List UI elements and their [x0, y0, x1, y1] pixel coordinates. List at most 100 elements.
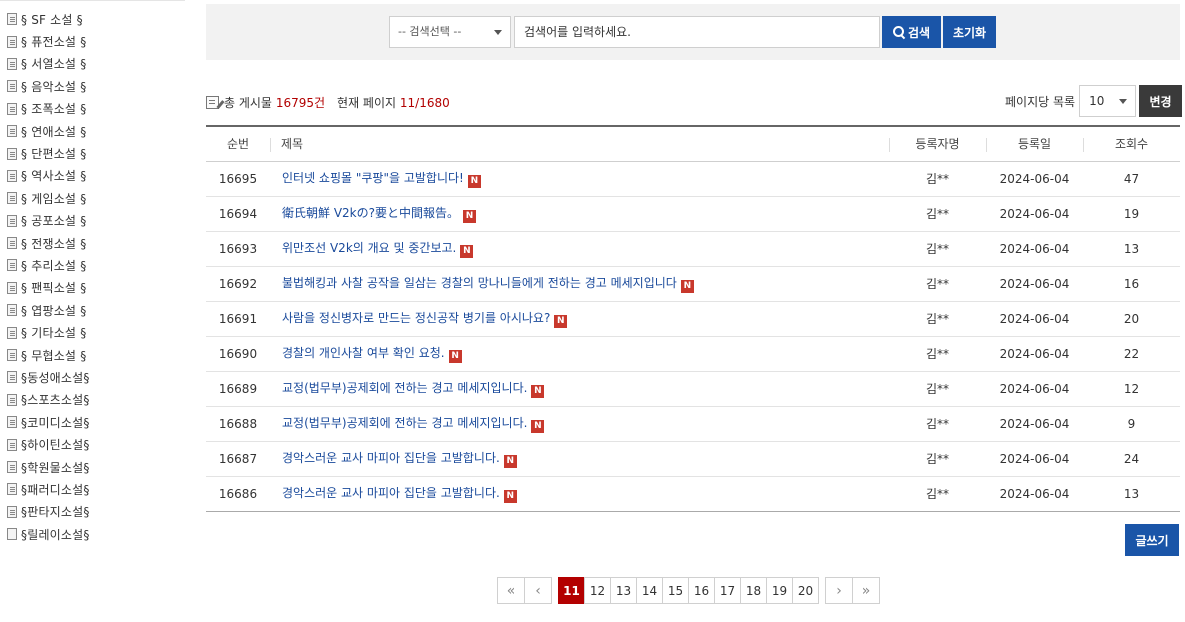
sidebar-item[interactable]: § SF 소설 § [0, 8, 185, 30]
sidebar-item[interactable]: §코미디소설§ [0, 411, 185, 433]
sidebar-item-label: §판타지소설§ [21, 505, 90, 520]
sidebar-item[interactable]: §패러디소설§ [0, 478, 185, 500]
sidebar-item[interactable]: § 전쟁소설 § [0, 232, 185, 254]
page-number[interactable]: 18 [740, 577, 767, 604]
sidebar-item[interactable]: §릴레이소설§ [0, 523, 185, 545]
last-page-icon[interactable]: » [852, 577, 880, 604]
search-bar: -- 검색선택 -- 검색 초기화 [206, 4, 1180, 60]
sidebar-item[interactable]: §판타지소설§ [0, 501, 185, 523]
post-title-link[interactable]: 경악스러운 교사 마피아 집단을 고발합니다. [282, 451, 500, 465]
per-page-select[interactable]: 10 [1079, 85, 1137, 117]
sidebar-item[interactable]: §스포츠소설§ [0, 389, 185, 411]
sidebar-item-label: § 조폭소설 § [21, 102, 87, 117]
page-number[interactable]: 19 [766, 577, 793, 604]
sidebar-item-label: §하이틴소설§ [21, 438, 90, 453]
doc-icon [7, 416, 17, 429]
page-number[interactable]: 13 [610, 577, 637, 604]
search-button[interactable]: 검색 [882, 16, 941, 48]
sidebar-item[interactable]: §동성애소설§ [0, 366, 185, 388]
row-writer: 김** [889, 231, 986, 267]
row-writer: 김** [889, 161, 986, 197]
search-type-select[interactable]: -- 검색선택 -- [389, 16, 511, 48]
sidebar-item-label: § 추리소설 § [21, 258, 87, 273]
post-title-link[interactable]: 위만조선 V2k의 개요 및 중간보고. [282, 241, 456, 255]
sidebar-item[interactable]: § 무협소설 § [0, 344, 185, 366]
sidebar-item-label: § 전쟁소설 § [21, 236, 87, 251]
row-writer: 김** [889, 266, 986, 302]
page-value: 11/1680 [399, 95, 450, 110]
page-number[interactable]: 15 [662, 577, 689, 604]
page-number[interactable]: 12 [584, 577, 611, 604]
page-number[interactable]: 11 [558, 577, 585, 604]
sidebar-item[interactable]: § 연애소설 § [0, 120, 185, 142]
prev-page-icon[interactable]: ‹ [524, 577, 552, 604]
sidebar-item[interactable]: § 역사소설 § [0, 165, 185, 187]
doc-icon [7, 461, 17, 473]
doc-icon [7, 371, 17, 384]
sidebar-item[interactable]: § 서열소설 § [0, 53, 185, 75]
next-page-icon[interactable]: › [825, 577, 853, 604]
doc-icon [7, 237, 17, 250]
doc-icon [7, 102, 17, 115]
write-button[interactable]: 글쓰기 [1125, 524, 1179, 556]
row-title-cell: 교정(법무부)공제회에 전하는 경고 메세지입니다. N [270, 371, 889, 407]
sidebar-item-label: § 단편소설 § [21, 147, 87, 162]
row-writer: 김** [889, 336, 986, 372]
row-views: 20 [1083, 301, 1180, 337]
sidebar-item[interactable]: §학원물소설§ [0, 456, 185, 478]
post-title-link[interactable]: 경찰의 개인사찰 여부 확인 요청. [282, 346, 445, 360]
row-no: 16694 [206, 196, 270, 232]
search-input[interactable] [514, 16, 880, 48]
row-title-cell: 경악스러운 교사 마피아 집단을 고발합니다. N [270, 441, 889, 477]
new-badge: N [503, 490, 517, 503]
post-title-link[interactable]: 불법해킹과 사찰 공작을 일삼는 경찰의 망나니들에게 전하는 경고 메세지입니… [282, 276, 677, 290]
sidebar-item[interactable]: § 조폭소설 § [0, 98, 185, 120]
page-number[interactable]: 17 [714, 577, 741, 604]
post-title-link[interactable]: 인터넷 쇼핑몰 "쿠팡"을 고발합니다! [282, 171, 464, 185]
post-title-link[interactable]: 사람을 정신병자로 만드는 정신공작 병기를 아시나요? [282, 311, 550, 325]
sidebar-item[interactable]: §하이틴소설§ [0, 433, 185, 455]
edit-note-icon [206, 96, 219, 109]
post-title-link[interactable]: 교정(법무부)공제회에 전하는 경고 메세지입니다. [282, 416, 527, 430]
sidebar-item[interactable]: § 기타소설 § [0, 321, 185, 343]
page-number[interactable]: 14 [636, 577, 663, 604]
sidebar-item[interactable]: § 추리소설 § [0, 254, 185, 276]
page-number[interactable]: 20 [792, 577, 819, 604]
new-badge: N [680, 280, 694, 293]
sidebar-item[interactable]: § 공포소설 § [0, 210, 185, 232]
row-title-cell: 경찰의 개인사찰 여부 확인 요청. N [270, 336, 889, 372]
search-button-label: 검색 [907, 25, 931, 40]
row-writer: 김** [889, 196, 986, 232]
total-count: 16795건 [275, 96, 326, 110]
sidebar-item[interactable]: § 엽팡소설 § [0, 299, 185, 321]
sidebar-item-label: §패러디소설§ [21, 482, 90, 497]
sidebar-item[interactable]: § 퓨전소설 § [0, 30, 185, 52]
page-number[interactable]: 16 [688, 577, 715, 604]
header-date: 등록일 [986, 126, 1083, 162]
post-title-link[interactable]: 衛氏朝鮮 V2kの?要と中間報告。 [282, 206, 459, 220]
post-title-link[interactable]: 경악스러운 교사 마피아 집단을 고발합니다. [282, 486, 500, 500]
reset-button[interactable]: 초기화 [943, 16, 996, 48]
row-title-cell: 교정(법무부)공제회에 전하는 경고 메세지입니다. N [270, 406, 889, 442]
row-date: 2024-06-04 [986, 441, 1083, 477]
doc-icon [7, 259, 17, 272]
doc-icon [7, 13, 17, 26]
sidebar: § SF 소설 § § 퓨전소설 § § 서열소설 § § 음악소설 § § 조폭소설 … [0, 0, 185, 622]
first-page-icon[interactable]: « [497, 577, 525, 604]
doc-icon [7, 57, 17, 70]
sidebar-item-label: § 연애소설 § [21, 124, 87, 139]
sidebar-item-label: §스포츠소설§ [21, 393, 90, 408]
row-date: 2024-06-04 [986, 301, 1083, 337]
sidebar-item[interactable]: § 음악소설 § [0, 75, 185, 97]
sidebar-item-label: §학원물소설§ [21, 460, 90, 475]
row-date: 2024-06-04 [986, 196, 1083, 232]
sidebar-item-label: §동성애소설§ [21, 370, 90, 385]
sidebar-item[interactable]: § 팬픽소설 § [0, 277, 185, 299]
new-badge: N [467, 175, 481, 188]
post-title-link[interactable]: 교정(법무부)공제회에 전하는 경고 메세지입니다. [282, 381, 527, 395]
sidebar-item[interactable]: § 게임소설 § [0, 187, 185, 209]
sidebar-item[interactable]: § 단편소설 § [0, 142, 185, 164]
sidebar-item-label: §코미디소설§ [21, 415, 90, 430]
row-no: 16686 [206, 476, 270, 512]
change-button[interactable]: 변경 [1139, 85, 1183, 117]
